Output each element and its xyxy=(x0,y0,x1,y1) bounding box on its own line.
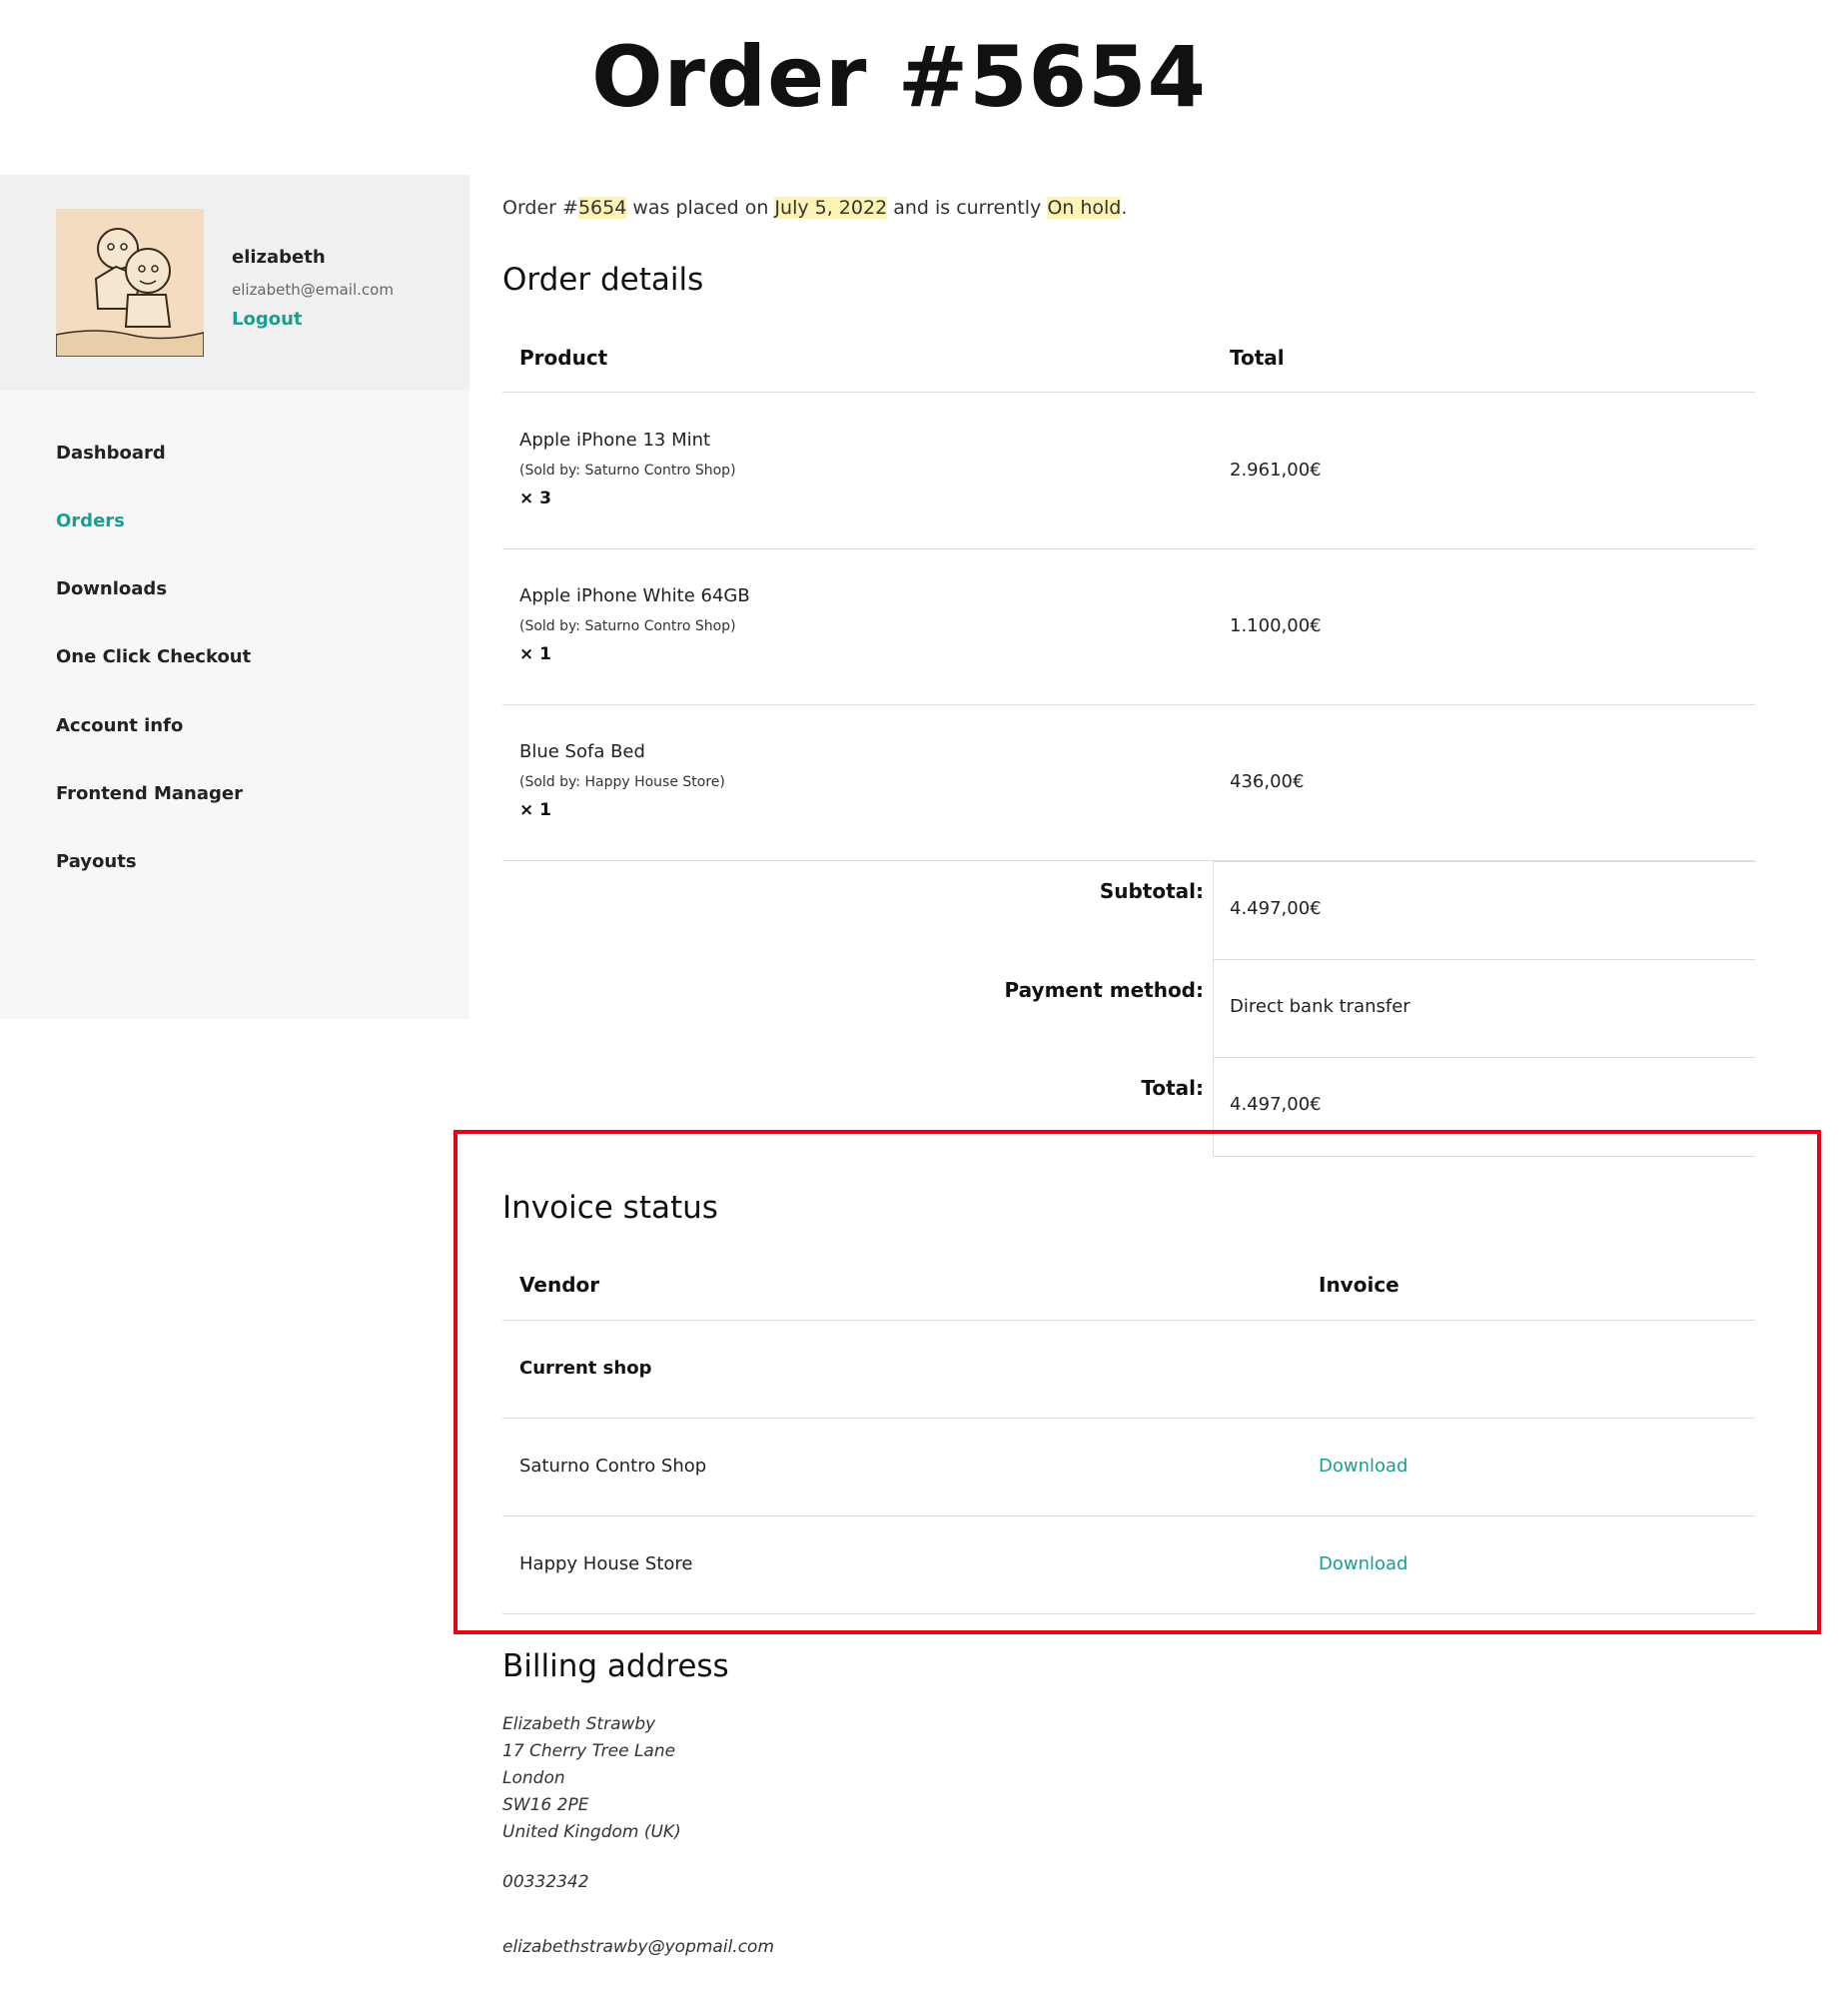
payment-method-value: Direct bank transfer xyxy=(1230,996,1410,1017)
nav-item-account-info[interactable]: Account info xyxy=(56,715,183,736)
product-sold-by: (Sold by: Saturno Contro Shop) xyxy=(519,463,736,479)
product-total: 436,00€ xyxy=(1230,771,1305,792)
billing-name: Elizabeth Strawby xyxy=(502,1714,656,1734)
intro-mid2: and is currently xyxy=(887,197,1048,219)
intro-mid1: was placed on xyxy=(626,197,775,219)
billing-email: elizabethstrawby@yopmail.com xyxy=(502,1937,775,1957)
nav-item-dashboard[interactable]: Dashboard xyxy=(56,443,166,464)
product-quantity: × 1 xyxy=(519,800,551,820)
billing-address-title: Billing address xyxy=(502,1648,729,1684)
totals-divider xyxy=(1213,959,1755,960)
order-summary-text: Order #5654 was placed on July 5, 2022 a… xyxy=(502,197,1127,219)
nav-item-frontend-manager[interactable]: Frontend Manager xyxy=(56,783,243,804)
product-total: 1.100,00€ xyxy=(1230,615,1322,636)
billing-postcode: SW16 2PE xyxy=(502,1795,589,1815)
table-divider xyxy=(502,548,1755,549)
avatar xyxy=(56,209,204,357)
product-name[interactable]: Apple iPhone White 64GB xyxy=(519,585,750,606)
subtotal-label: Subtotal: xyxy=(1099,879,1204,903)
product-name[interactable]: Apple iPhone 13 Mint xyxy=(519,430,710,451)
page-title: Order #5654 xyxy=(591,28,1207,126)
product-sold-by: (Sold by: Saturno Contro Shop) xyxy=(519,618,736,634)
totals-divider xyxy=(1213,861,1755,862)
logout-link[interactable]: Logout xyxy=(232,309,303,330)
order-number: 5654 xyxy=(577,197,627,219)
product-quantity: × 3 xyxy=(519,489,551,508)
nav-item-payouts[interactable]: Payouts xyxy=(56,851,137,872)
user-profile-card: elizabeth elizabeth@email.com Logout xyxy=(0,175,469,391)
account-sidebar: elizabeth elizabeth@email.com Logout Das… xyxy=(0,175,469,1019)
payment-method-label: Payment method: xyxy=(1004,978,1204,1002)
order-details-title: Order details xyxy=(502,262,704,298)
user-email: elizabeth@email.com xyxy=(232,281,394,299)
totals-divider-vertical xyxy=(1213,861,1214,1157)
product-quantity: × 1 xyxy=(519,644,551,664)
nav-item-one-click-checkout[interactable]: One Click Checkout xyxy=(56,646,251,667)
product-total: 2.961,00€ xyxy=(1230,460,1322,481)
intro-suffix: . xyxy=(1121,197,1128,219)
total-label: Total: xyxy=(1141,1076,1204,1100)
billing-country: United Kingdom (UK) xyxy=(502,1822,681,1842)
totals-divider xyxy=(1213,1057,1755,1058)
subtotal-value: 4.497,00€ xyxy=(1230,898,1322,919)
nav-item-orders[interactable]: Orders xyxy=(56,510,125,531)
product-sold-by: (Sold by: Happy House Store) xyxy=(519,774,725,790)
intro-prefix: Order # xyxy=(502,197,578,219)
billing-city: London xyxy=(502,1768,565,1788)
billing-street: 17 Cherry Tree Lane xyxy=(502,1741,676,1761)
total-value: 4.497,00€ xyxy=(1230,1094,1322,1115)
avatar-image xyxy=(56,209,204,357)
table-divider xyxy=(502,704,1755,705)
column-header-total: Total xyxy=(1230,346,1285,370)
table-divider xyxy=(502,392,1755,393)
billing-phone: 00332342 xyxy=(502,1872,589,1892)
nav-item-downloads[interactable]: Downloads xyxy=(56,578,167,599)
user-name: elizabeth xyxy=(232,247,326,268)
product-name[interactable]: Blue Sofa Bed xyxy=(519,741,645,762)
invoice-status-highlight xyxy=(454,1130,1821,1634)
order-date: July 5, 2022 xyxy=(774,197,888,219)
order-status: On hold xyxy=(1047,197,1122,219)
column-header-product: Product xyxy=(519,346,608,370)
